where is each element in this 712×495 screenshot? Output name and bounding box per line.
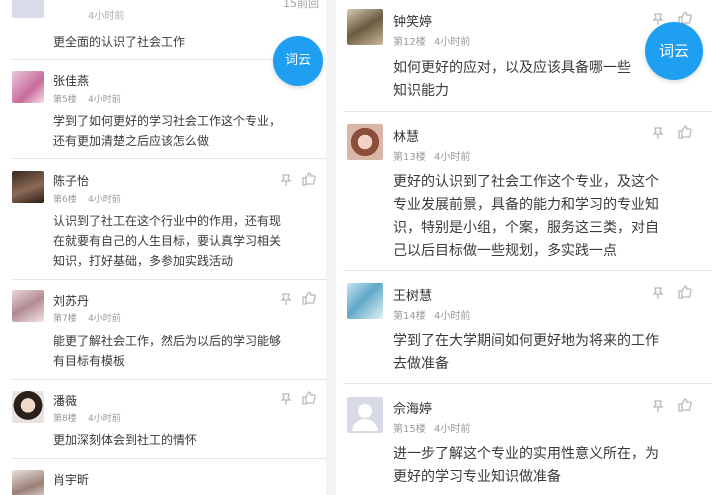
comment-time: 4小时前 [88, 95, 121, 105]
comment-line: 专业发展前景，具备的能力和学习的专业知 [393, 197, 659, 213]
comment-floor: 第7楼 [53, 314, 77, 324]
comment-floor: 第12楼 [393, 37, 426, 48]
comment-line: 知识，打好基础，多参加实践活动 [53, 254, 234, 268]
divider [12, 158, 326, 159]
comment-line: 认识到了社工在这个行业中的作用，还有现 [53, 214, 282, 228]
avatar[interactable] [347, 397, 383, 433]
avatar[interactable] [12, 171, 44, 203]
comment-line: 学到了在大学期间如何更好地为将来的工作 [393, 333, 659, 349]
avatar[interactable] [12, 470, 44, 495]
comment-line: 在就要有自己的人生目标，要认真学习相关 [53, 234, 282, 248]
comment-time: 4小时前 [434, 311, 471, 322]
username[interactable]: 肖宇昕 [53, 471, 89, 488]
username[interactable]: 佘海婷 [393, 398, 432, 417]
username[interactable]: 张佳燕 [53, 72, 89, 89]
comment-panel-right: 钟笑婷 第12楼 4小时前 如何更好的应对，以及应该具备哪一些 知识能力 林慧 … [336, 0, 712, 495]
comment-time: 4小时前 [434, 37, 471, 48]
username[interactable]: 陈子怡 [53, 172, 89, 189]
comment-line: 学到了如何更好的学习社会工作这个专业， [53, 114, 282, 128]
divider [12, 279, 326, 280]
avatar[interactable] [347, 124, 383, 160]
comment-floor: 第13楼 [393, 152, 426, 163]
thumbs-up-icon[interactable] [678, 398, 692, 412]
pin-icon[interactable] [651, 286, 665, 300]
pin-icon[interactable] [651, 126, 665, 140]
comment-line: 更好的学习专业知识做准备 [393, 469, 561, 485]
comment-line: 己以后目标做一些规划，多实践一点 [393, 243, 617, 259]
avatar[interactable] [347, 283, 383, 319]
comment-time: 4小时前 [88, 195, 121, 205]
comment-line: 去做准备 [393, 356, 449, 372]
thumbs-up-icon[interactable] [678, 125, 692, 139]
comment-panel-left: 4小时前 15前回 更全面的认识了社会工作 张佳燕 第5楼 4小时前 学到了如何… [0, 0, 326, 495]
comment-floor: 第8楼 [53, 414, 77, 424]
comment-line: 更好的认识到了社会工作这个专业，及这个 [393, 174, 659, 190]
avatar[interactable] [12, 0, 44, 18]
comment-floor: 第14楼 [393, 311, 426, 322]
avatar[interactable] [12, 290, 44, 322]
word-cloud-button[interactable]: 词云 [273, 36, 323, 86]
word-cloud-button[interactable]: 词云 [645, 22, 703, 80]
username[interactable]: 林慧 [393, 126, 419, 145]
avatar[interactable] [12, 391, 44, 423]
comment-floor: 第15楼 [393, 424, 426, 435]
comment-floor: 第6楼 [53, 195, 77, 205]
divider [343, 383, 712, 384]
comment-time: 4小时前 [88, 414, 121, 424]
avatar[interactable] [347, 9, 383, 45]
comment-line: 进一步了解这个专业的实用性意义所在，为 [393, 446, 659, 462]
thumbs-up-icon[interactable] [302, 291, 316, 305]
corner-text: 15前回 [283, 0, 319, 10]
comment-time: 4小时前 [434, 152, 471, 163]
pin-icon[interactable] [279, 173, 293, 187]
comment-content: 更全面的认识了社会工作 [53, 35, 186, 49]
comment-time: 4小时前 [88, 314, 121, 324]
pin-icon[interactable] [279, 392, 293, 406]
divider [343, 270, 712, 271]
username[interactable]: 潘薇 [53, 392, 77, 409]
divider [12, 379, 326, 380]
pin-icon[interactable] [279, 292, 293, 306]
username[interactable]: 刘苏丹 [53, 292, 89, 309]
pin-icon[interactable] [651, 399, 665, 413]
comment-line: 如何更好的应对，以及应该具备哪一些 [393, 60, 631, 76]
avatar[interactable] [12, 71, 44, 103]
default-avatar-icon [352, 404, 378, 431]
comment-line: 知识能力 [393, 83, 449, 99]
word-cloud-label: 词云 [658, 42, 689, 60]
username[interactable]: 王树慧 [393, 285, 432, 304]
comment-time: 4小时前 [434, 424, 471, 435]
thumbs-up-icon[interactable] [302, 391, 316, 405]
thumbs-up-icon[interactable] [302, 172, 316, 186]
username[interactable]: 钟笑婷 [393, 11, 432, 30]
comment-meta: 4小时前 [88, 11, 125, 22]
comment-line: 还有更加清楚之后应该怎么做 [53, 134, 210, 148]
comment-line: 识，特别是小组，个案，服务这三类，对自 [393, 220, 659, 236]
divider [12, 458, 326, 459]
comment-line: 有目标有模板 [53, 354, 126, 368]
divider [343, 111, 712, 112]
comment-line: 更加深刻体会到社工的情怀 [53, 433, 198, 447]
comment-line: 能更了解社会工作，然后为以后的学习能够 [53, 334, 282, 348]
thumbs-up-icon[interactable] [678, 285, 692, 299]
word-cloud-label: 词云 [284, 53, 311, 68]
comment-floor: 第5楼 [53, 95, 77, 105]
